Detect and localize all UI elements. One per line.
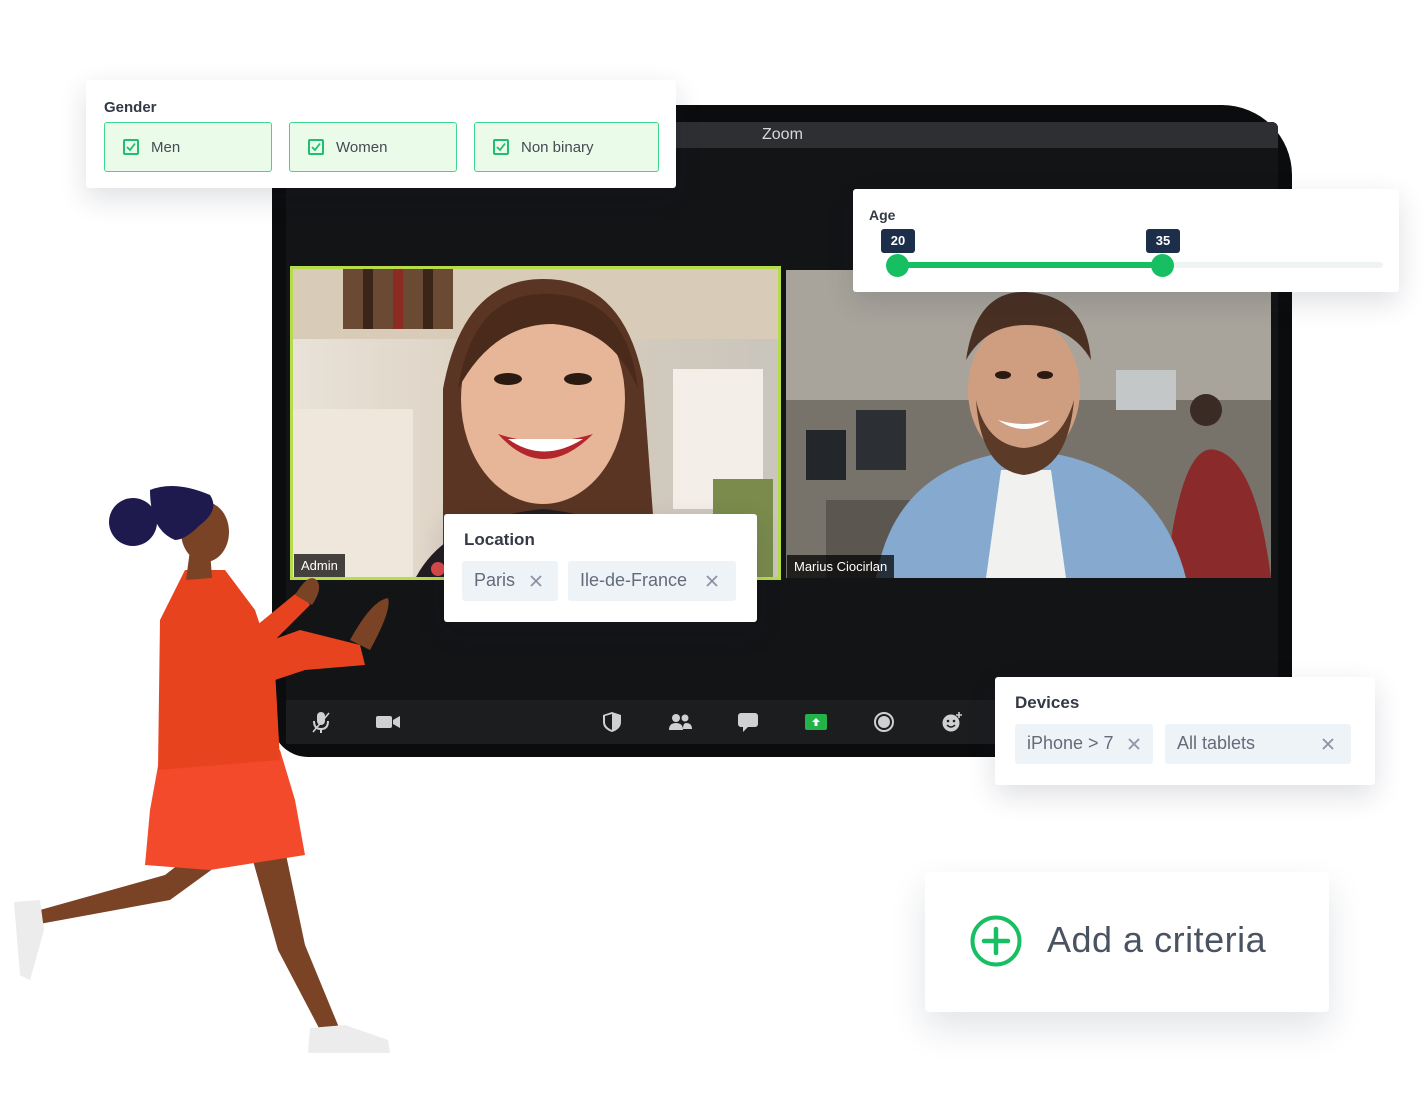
share-screen-icon[interactable] xyxy=(803,710,829,734)
add-criteria-label: Add a criteria xyxy=(1047,919,1267,960)
gender-filter-title: Gender xyxy=(104,99,157,116)
video-tile-marius[interactable] xyxy=(786,270,1271,578)
participants-icon[interactable] xyxy=(667,710,693,734)
record-icon[interactable] xyxy=(871,710,897,734)
age-max-handle[interactable] xyxy=(1151,254,1174,277)
device-tag-all-tablets: All tablets xyxy=(1165,724,1351,764)
gender-option-label: Men xyxy=(151,139,181,156)
checkbox-checked-icon xyxy=(308,139,324,155)
location-tag-paris: Paris xyxy=(462,561,558,601)
age-slider-range xyxy=(897,262,1163,268)
shield-icon[interactable] xyxy=(599,710,625,734)
device-tag-label: iPhone > 7 xyxy=(1027,733,1114,753)
age-max-badge: 35 xyxy=(1146,229,1180,253)
gender-option-men[interactable]: Men xyxy=(104,122,272,172)
participant-name-marius: Marius Ciocirlan xyxy=(787,555,895,578)
checkbox-checked-icon xyxy=(493,139,509,155)
plus-circle-icon xyxy=(970,915,1022,967)
woman-illustration xyxy=(14,486,390,1053)
age-filter-title: Age xyxy=(869,207,896,223)
location-tag-label: Ile-de-France xyxy=(580,570,688,590)
gender-option-non-binary[interactable]: Non binary xyxy=(474,122,659,172)
chat-icon[interactable] xyxy=(735,710,761,734)
close-icon[interactable] xyxy=(1127,737,1141,751)
location-filter-title: Location xyxy=(464,530,535,549)
gender-option-women[interactable]: Women xyxy=(289,122,457,172)
add-criteria-button[interactable]: Add a criteria xyxy=(925,872,1329,1012)
age-min-handle[interactable] xyxy=(886,254,909,277)
participant-video-man xyxy=(786,270,1271,578)
canvas: Zoom Admin Marius Ciocirlan Gender Men W… xyxy=(0,0,1428,1103)
location-tag-label: Paris xyxy=(474,570,516,590)
gender-option-label: Women xyxy=(336,139,388,156)
gender-option-label: Non binary xyxy=(521,139,594,156)
close-icon[interactable] xyxy=(529,574,543,588)
age-filter-card: Age 20 35 xyxy=(853,189,1399,292)
devices-filter-card: Devices iPhone > 7 All tablets xyxy=(995,677,1375,785)
close-icon[interactable] xyxy=(705,574,719,588)
device-tag-label: All tablets xyxy=(1177,733,1256,753)
devices-filter-title: Devices xyxy=(1015,693,1080,712)
checkbox-checked-icon xyxy=(123,139,139,155)
location-tag-ile-de-france: Ile-de-France xyxy=(568,561,736,601)
zoom-title: Zoom xyxy=(762,126,803,143)
location-filter-card: Location Paris Ile-de-France xyxy=(444,514,757,622)
close-icon[interactable] xyxy=(1321,737,1335,751)
age-min-badge: 20 xyxy=(881,229,915,253)
device-tag-iphone: iPhone > 7 xyxy=(1015,724,1153,764)
reactions-icon[interactable] xyxy=(939,710,965,734)
gender-filter-card: Gender Men Women Non binary xyxy=(86,80,676,188)
